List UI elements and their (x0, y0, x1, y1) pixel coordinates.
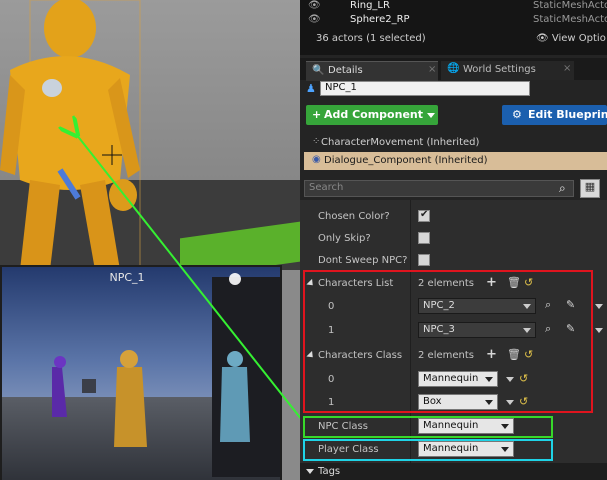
view-options-button[interactable]: 👁 View Optio (536, 33, 606, 44)
component-icon: ◉ (312, 154, 321, 165)
pip-characters (52, 273, 250, 447)
close-icon[interactable]: × (563, 63, 571, 74)
outliner-row-name[interactable]: Ring_LR (350, 0, 390, 11)
component-label: Dialogue_Component (Inherited) (324, 155, 488, 166)
dont-sweep-label: Dont Sweep NPC? (318, 255, 408, 266)
outliner-row-type: StaticMeshActo (533, 0, 607, 11)
chevron-down-icon (427, 113, 435, 118)
component-item[interactable]: ⁘ CharacterMovement (Inherited) (300, 133, 607, 151)
search-icon[interactable]: ⌕ (559, 181, 566, 196)
level-viewport[interactable]: NPC_1 (0, 0, 300, 480)
pip-title: NPC_1 (109, 271, 145, 284)
editor-side-panel: 👁 Ring_LR StaticMeshActo 👁 Sphere2_RP St… (300, 0, 607, 480)
outliner-row-name[interactable]: Sphere2_RP (350, 14, 410, 25)
add-component-label: Add Component (324, 108, 423, 121)
actor-count: 36 actors (1 selected) (316, 33, 426, 44)
tab-world-settings[interactable]: 🌐 World Settings × (441, 61, 574, 80)
component-item-selected[interactable]: ◉ Dialogue_Component (Inherited) (304, 152, 607, 170)
outliner-row-type: StaticMeshActo (533, 14, 607, 25)
edit-blueprint-button[interactable]: ⚙ Edit Blueprin (502, 105, 607, 125)
expand-arrow-icon (306, 469, 314, 474)
component-label: CharacterMovement (Inherited) (321, 137, 480, 148)
tab-bar: 🔍 Details × 🌐 World Settings × (300, 58, 607, 81)
tags-category[interactable]: Tags (300, 463, 607, 480)
plus-icon: + (312, 108, 322, 121)
tab-details-label: Details (328, 65, 363, 76)
world-outliner: 👁 Ring_LR StaticMeshActo 👁 Sphere2_RP St… (300, 0, 607, 55)
eye-icon: 👁 (536, 33, 552, 44)
npc-character-figure[interactable] (0, 0, 300, 270)
add-component-button[interactable]: + Add Component (306, 105, 438, 125)
view-options-label: View Optio (551, 33, 606, 44)
edit-blueprint-label: Edit Blueprin (528, 108, 607, 121)
annotation-green-box (303, 416, 553, 438)
movement-icon: ⁘ (312, 136, 321, 147)
actor-name-input[interactable]: NPC_1 (320, 81, 530, 96)
chevron-down-icon[interactable] (595, 328, 603, 333)
eye-icon[interactable]: 👁 (308, 0, 321, 11)
globe-icon: 🌐 (447, 63, 460, 74)
chosen-color-checkbox[interactable]: ✔ (418, 209, 430, 222)
dont-sweep-checkbox[interactable] (418, 254, 430, 266)
gear-icon: ⚙ (512, 108, 522, 121)
only-skip-checkbox[interactable] (418, 232, 430, 244)
tab-details[interactable]: 🔍 Details × (306, 61, 438, 81)
annotation-red-box (303, 270, 593, 413)
close-icon[interactable]: × (428, 64, 436, 75)
chevron-down-icon[interactable] (595, 304, 603, 309)
picture-in-picture-preview: NPC_1 (0, 265, 282, 480)
tab-world-settings-label: World Settings (463, 64, 536, 75)
tags-label: Tags (318, 466, 341, 477)
chosen-color-label: Chosen Color? (318, 211, 390, 222)
details-icon: 🔍 (312, 65, 325, 76)
only-skip-label: Only Skip? (318, 233, 371, 244)
annotation-cyan-box (303, 439, 553, 461)
details-search-input[interactable]: Search (304, 180, 574, 197)
eye-icon[interactable]: 👁 (308, 14, 321, 25)
view-grid-icon[interactable]: ▦ (580, 179, 600, 198)
